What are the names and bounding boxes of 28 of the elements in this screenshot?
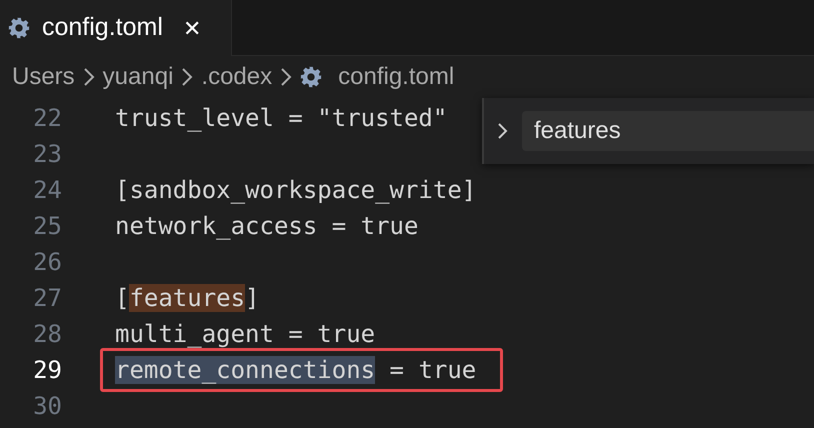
line-number: 28	[32, 319, 62, 350]
code-line: remote_connections = true	[115, 355, 476, 386]
chevron-right-icon	[496, 121, 510, 141]
code-line: trust_level = "trusted"	[115, 103, 448, 134]
gear-icon	[8, 17, 30, 39]
chevron-right-icon	[82, 67, 95, 87]
breadcrumb-item[interactable]: yuanqi	[102, 59, 174, 95]
line-number: 22	[32, 103, 62, 134]
line-number: 27	[32, 283, 62, 314]
breadcrumb-item[interactable]: .codex	[201, 59, 272, 95]
code-line: network_access = true	[115, 211, 418, 242]
line-number: 23	[32, 139, 62, 170]
chevron-right-icon	[280, 67, 292, 87]
code-line: multi_agent = true	[115, 319, 376, 350]
editor-tab[interactable]: config.toml ✕	[0, 0, 232, 56]
line-number: 26	[32, 247, 62, 278]
chevron-right-icon	[181, 67, 194, 87]
breadcrumb-item[interactable]: Users	[12, 59, 75, 95]
line-number: 29	[32, 355, 62, 386]
breadcrumb-item[interactable]: config.toml	[338, 59, 454, 95]
line-number: 25	[32, 211, 62, 242]
find-input[interactable]: features	[522, 111, 814, 151]
line-number: 24	[32, 175, 62, 206]
gear-icon	[300, 66, 322, 88]
line-number: 30	[32, 391, 62, 422]
tab-title: config.toml	[42, 12, 163, 44]
code-line: [sandbox_workspace_write]	[115, 175, 476, 206]
close-button[interactable]: ✕	[182, 12, 201, 44]
